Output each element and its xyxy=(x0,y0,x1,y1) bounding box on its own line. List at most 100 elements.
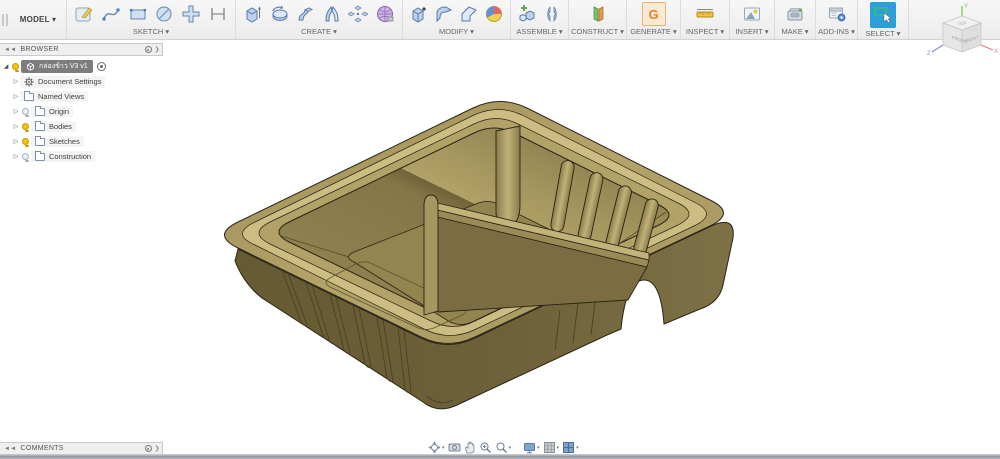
revolve-icon[interactable] xyxy=(268,2,290,26)
toolbar-group-create: CREATE ▾ xyxy=(235,0,402,39)
axis-y-label: Y xyxy=(964,4,968,10)
modify-menu[interactable]: MODIFY ▾ xyxy=(403,26,510,39)
construct-plane-icon[interactable] xyxy=(586,2,610,26)
assemble-menu[interactable]: ASSEMBLE ▾ xyxy=(511,26,568,39)
folder-icon xyxy=(35,120,45,131)
spline-icon[interactable] xyxy=(100,2,123,26)
rectangle-icon[interactable] xyxy=(126,2,149,26)
tree-root-row: ◢ กล่องข้าว V3 v1 xyxy=(0,59,163,74)
workspace-switcher[interactable]: MODEL ▾ xyxy=(10,0,66,39)
timeline-strip[interactable] xyxy=(0,454,1000,459)
circle-icon[interactable] xyxy=(153,2,176,26)
create-sketch-icon[interactable] xyxy=(73,2,96,26)
loft-icon[interactable] xyxy=(321,2,343,26)
tree-label: Construction xyxy=(49,152,92,161)
zoom-icon[interactable]: ▾ xyxy=(495,441,511,454)
tree-row-named-views[interactable]: ▷ Named Views xyxy=(0,89,163,104)
tree-row-bodies[interactable]: ▷ Bodies xyxy=(0,119,163,134)
select-tool-icon[interactable] xyxy=(870,2,896,28)
addins-menu[interactable]: ADD-INS ▾ xyxy=(816,26,857,39)
browser-options-icon[interactable] xyxy=(144,46,152,53)
viewcube[interactable]: Y Z X TOP FRONT RIGHT xyxy=(925,2,1000,62)
display-settings-icon[interactable]: ▾ xyxy=(523,441,540,454)
create-menu[interactable]: CREATE ▾ xyxy=(236,26,402,39)
tree-row-origin[interactable]: ▷ Origin xyxy=(0,104,163,119)
tree-row-sketches[interactable]: ▷ Sketches xyxy=(0,134,163,149)
folder-icon xyxy=(24,90,34,101)
toolbar-group-assemble: ASSEMBLE ▾ xyxy=(510,0,568,39)
tree-row-document-settings[interactable]: ▷ Document Settings xyxy=(0,74,163,89)
tree-label: Document Settings xyxy=(38,77,102,86)
make-menu[interactable]: MAKE ▾ xyxy=(775,26,815,39)
generate-icon[interactable]: G xyxy=(641,2,666,26)
sketch-pattern-icon[interactable] xyxy=(180,2,203,26)
expand-icon[interactable]: ▷ xyxy=(12,108,20,115)
look-at-icon[interactable] xyxy=(448,441,461,454)
browser-header[interactable]: ◄◄ BROWSER ❯ xyxy=(0,43,163,56)
viewports-icon[interactable]: ▾ xyxy=(562,441,579,454)
component-cube-icon xyxy=(27,62,34,71)
toolbar-group-inspect: INSPECT ▾ xyxy=(680,0,729,39)
toolbar-group-addins: ADD-INS ▾ xyxy=(815,0,857,39)
visibility-bulb-icon[interactable] xyxy=(22,123,29,132)
extrude-icon[interactable] xyxy=(242,2,264,26)
appearance-icon[interactable] xyxy=(483,2,504,26)
document-title: กล่องข้าว V3 v1 xyxy=(39,63,88,70)
browser-resize-icon[interactable]: ❯ xyxy=(155,46,160,53)
measure-icon[interactable] xyxy=(693,2,717,26)
toolbar-group-construct: CONSTRUCT ▾ xyxy=(568,0,626,39)
sketch-menu[interactable]: SKETCH ▾ xyxy=(67,26,235,39)
toolbar-group-select: SELECT ▾ xyxy=(857,0,909,39)
expand-icon[interactable]: ▷ xyxy=(12,78,20,85)
comments-resize-icon[interactable]: ❯ xyxy=(155,445,160,452)
sketch-dimension-icon[interactable] xyxy=(206,2,229,26)
toolbar-grip[interactable] xyxy=(0,0,10,39)
folder-icon xyxy=(35,150,45,161)
make-3dprint-icon[interactable] xyxy=(783,2,807,26)
comments-title: COMMENTS xyxy=(20,445,64,452)
insert-image-icon[interactable] xyxy=(740,2,764,26)
generate-menu[interactable]: GENERATE ▾ xyxy=(627,26,680,39)
press-pull-icon[interactable] xyxy=(409,2,430,26)
joint-icon[interactable] xyxy=(542,2,563,26)
form-icon[interactable] xyxy=(374,2,396,26)
browser-collapse-icon[interactable]: ◄◄ xyxy=(4,47,16,53)
activate-component-radio[interactable] xyxy=(96,62,106,71)
toolbar-group-modify: MODIFY ▾ xyxy=(402,0,510,39)
visibility-bulb-icon[interactable] xyxy=(22,108,29,117)
back-rib xyxy=(495,125,521,226)
tree-label: Bodies xyxy=(49,122,72,131)
orbit-icon[interactable]: ▾ xyxy=(428,441,445,454)
expand-icon[interactable]: ▷ xyxy=(12,138,20,145)
pan-icon[interactable] xyxy=(464,441,476,454)
new-component-icon[interactable] xyxy=(517,2,538,26)
expand-icon[interactable]: ▷ xyxy=(12,123,20,130)
expand-icon[interactable]: ▷ xyxy=(12,93,20,100)
tree-root-document[interactable]: กล่องข้าว V3 v1 xyxy=(21,60,93,73)
root-visibility-bulb-icon[interactable] xyxy=(12,63,19,72)
root-expand-icon[interactable]: ◢ xyxy=(2,63,10,70)
select-menu[interactable]: SELECT ▾ xyxy=(858,28,908,40)
visibility-bulb-icon[interactable] xyxy=(22,138,29,147)
zoom-window-icon[interactable] xyxy=(479,441,492,454)
model-body[interactable] xyxy=(224,101,734,410)
inspect-menu[interactable]: INSPECT ▾ xyxy=(681,26,729,39)
navigation-toolbar: ▾ ▾ ▾ ▾ ▾ xyxy=(428,440,579,455)
insert-menu[interactable]: INSERT ▾ xyxy=(730,26,774,39)
folder-icon xyxy=(35,105,45,116)
addins-icon[interactable] xyxy=(825,2,849,26)
pattern-icon[interactable] xyxy=(347,2,369,26)
comments-options-icon[interactable] xyxy=(144,445,152,452)
fillet-icon[interactable] xyxy=(434,2,455,26)
construct-menu[interactable]: CONSTRUCT ▾ xyxy=(569,26,626,39)
chamfer-icon[interactable] xyxy=(459,2,480,26)
toolbar-group-sketch: SKETCH ▾ xyxy=(66,0,235,39)
toolbar-group-generate: G GENERATE ▾ xyxy=(626,0,680,39)
grid-snaps-icon[interactable]: ▾ xyxy=(543,441,559,454)
comments-collapse-icon[interactable]: ◄◄ xyxy=(4,446,16,452)
visibility-bulb-icon[interactable] xyxy=(22,153,29,162)
expand-icon[interactable]: ▷ xyxy=(12,153,20,160)
sweep-icon[interactable] xyxy=(295,2,317,26)
tree-row-construction[interactable]: ▷ Construction xyxy=(0,149,163,164)
axis-z-label: Z xyxy=(927,51,931,57)
